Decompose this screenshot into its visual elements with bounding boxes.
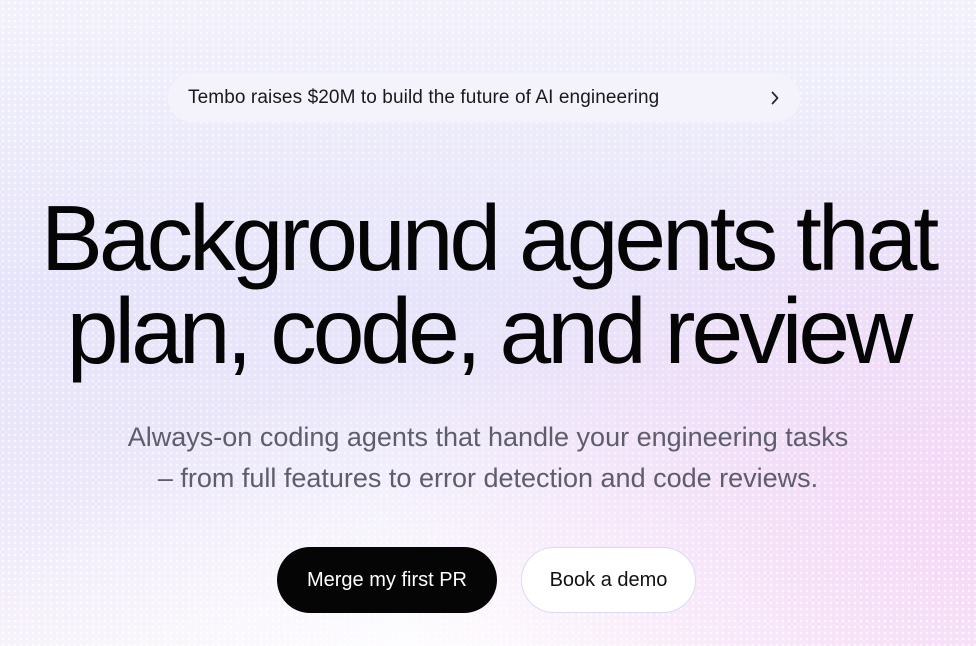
subtitle-line-1: Always-on coding agents that handle your… xyxy=(127,422,849,452)
announcement-banner[interactable]: Tembo raises $20M to build the future of… xyxy=(168,73,800,122)
chevron-right-icon xyxy=(768,91,782,105)
hero-subtitle: Always-on coding agents that handle your… xyxy=(60,417,916,499)
merge-first-pr-button[interactable]: Merge my first PR xyxy=(277,547,497,613)
book-demo-button[interactable]: Book a demo xyxy=(521,547,696,613)
hero-section: Tembo raises $20M to build the future of… xyxy=(0,0,976,646)
hero-headline: Background agents that plan, code, and r… xyxy=(0,192,976,378)
subtitle-line-2: – from full features to error detection … xyxy=(157,463,819,493)
headline-line-1: Background agents that xyxy=(40,186,939,290)
headline-line-2: plan, code, and review xyxy=(66,279,914,383)
announcement-text: Tembo raises $20M to build the future of… xyxy=(188,86,660,108)
